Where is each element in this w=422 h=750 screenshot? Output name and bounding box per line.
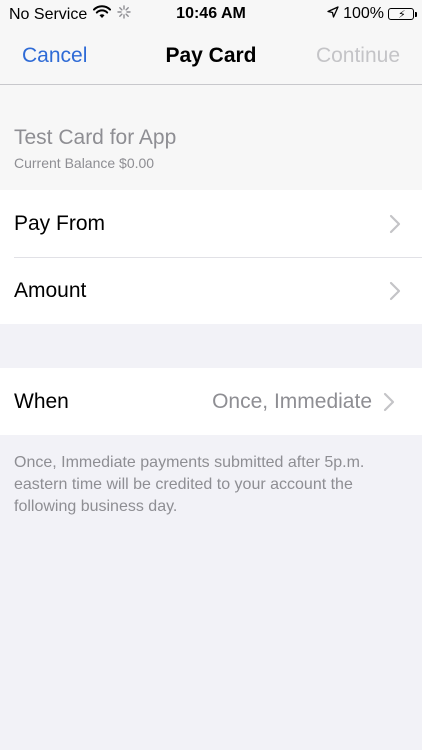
payment-timing-note: Once, Immediate payments submitted after…	[14, 454, 365, 515]
amount-label: Amount	[14, 278, 87, 302]
charging-bolt-icon: ⚡	[398, 9, 406, 21]
chevron-right-icon	[384, 213, 406, 235]
schedule-group: When Once, Immediate	[0, 368, 422, 435]
card-name: Test Card for App	[14, 126, 177, 149]
chevron-right-icon	[384, 280, 406, 302]
when-row[interactable]: When Once, Immediate	[0, 368, 422, 435]
location-arrow-icon	[327, 5, 339, 23]
card-header: Test Card for App Current Balance $0.00	[0, 85, 422, 190]
pay-from-label: Pay From	[14, 211, 106, 235]
chevron-right-icon	[378, 391, 400, 413]
amount-row[interactable]: Amount	[0, 257, 422, 324]
payment-details-group: Pay From Amount	[0, 190, 422, 324]
navigation-bar: Cancel Pay Card Continue	[0, 28, 422, 85]
status-right: 100% ⚡	[327, 5, 417, 23]
card-balance: Current Balance $0.00	[14, 155, 155, 171]
battery-percent: 100%	[343, 5, 384, 22]
when-value: Once, Immediate	[212, 389, 372, 413]
continue-button[interactable]: Continue	[316, 44, 400, 68]
battery-icon: ⚡	[388, 8, 417, 21]
status-bar: No Service 10:46 AM 100% ⚡	[0, 0, 422, 28]
when-label: When	[14, 389, 69, 413]
pay-from-row[interactable]: Pay From	[0, 190, 422, 257]
